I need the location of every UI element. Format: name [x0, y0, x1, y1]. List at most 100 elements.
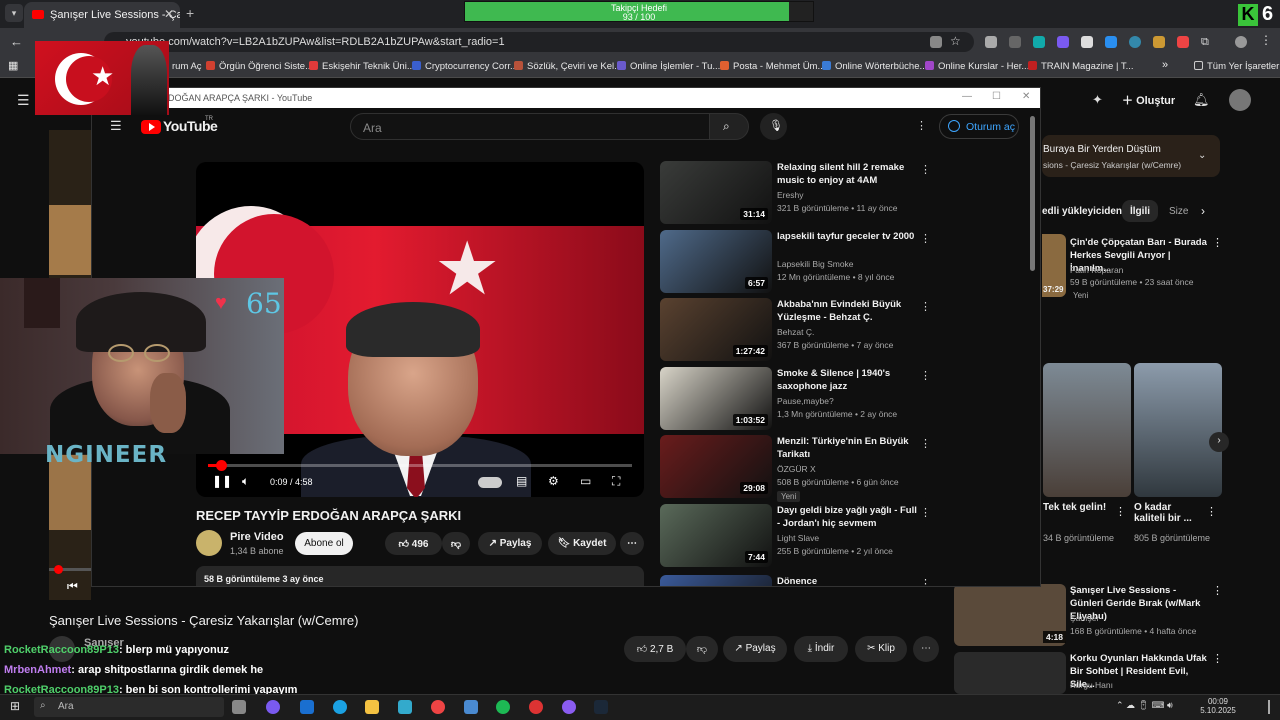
more-options-icon[interactable]: ⋮ [920, 577, 931, 586]
share-button[interactable]: ↗ Paylaş [723, 636, 787, 662]
more-options-icon[interactable]: ⋮ [920, 300, 931, 313]
spotify-icon[interactable] [496, 700, 510, 714]
short-thumbnail[interactable] [1134, 363, 1222, 497]
bookmark-item[interactable]: Online Kurslar - Her... [925, 61, 1029, 72]
chevron-down-icon[interactable]: ⌄ [1198, 150, 1206, 161]
search-button[interactable]: ⌕ [709, 113, 749, 140]
tab-search-button[interactable]: ▾ [5, 4, 23, 22]
cast-icon[interactable]: ✦ [1092, 92, 1103, 108]
recommendation-item[interactable]: Dönence ⋮ [660, 575, 940, 586]
mic-button[interactable]: 🎙︎ [760, 113, 787, 140]
edge-icon[interactable] [333, 700, 347, 714]
subscribe-button[interactable]: Abone ol [295, 532, 353, 555]
more-options-icon[interactable]: ⋮ [920, 232, 931, 245]
side-video-channel[interactable]: Kurgu Hanı [1070, 680, 1113, 690]
bookmark-item[interactable]: Posta - Mehmet Üm... [720, 61, 825, 72]
video-thumbnail[interactable]: 6:57 [660, 230, 772, 293]
save-button[interactable]: 🔖︎ Kaydet [548, 532, 616, 555]
extension-icon[interactable] [1153, 36, 1165, 48]
puzzle-icon[interactable]: ⧉ [1201, 36, 1213, 48]
file-explorer-icon[interactable] [365, 700, 379, 714]
extension-icon[interactable] [1081, 36, 1093, 48]
recommendation-item[interactable]: 7:44 Dayı geldi bize yağlı yağlı - Full -… [660, 504, 940, 568]
bookmark-item[interactable]: Sözlük, Çeviri ve Kel... [514, 61, 622, 72]
bookmark-item[interactable]: Online Wörterbüche... [822, 61, 927, 72]
maximize-button[interactable]: ☐ [992, 91, 1001, 102]
steam-icon[interactable] [594, 700, 608, 714]
recommendation-title[interactable]: Dönence [777, 575, 917, 586]
volume-icon[interactable]: 🔈︎ [242, 474, 249, 489]
more-options-icon[interactable]: ⋮ [920, 163, 931, 176]
recommendation-channel[interactable]: Pause,maybe? [777, 396, 834, 406]
channel-avatar[interactable] [196, 530, 222, 556]
taskbar-search[interactable]: ⌕ Ara [34, 697, 224, 717]
app-icon[interactable] [398, 700, 412, 714]
bookmark-item[interactable]: TRAIN Magazine | T... [1028, 61, 1134, 72]
recommendation-item[interactable]: 29:08 Menzil: Türkiye'nin En Büyük Tarika… [660, 435, 940, 502]
minimize-button[interactable]: — [962, 91, 972, 102]
recommendation-channel[interactable]: Behzat Ç. [777, 327, 814, 337]
recommendation-channel[interactable]: ÖZGÜR X [777, 464, 816, 474]
chevron-right-icon[interactable]: › [1209, 432, 1229, 452]
description-box[interactable]: 58 B görüntüleme 3 ay önce [196, 566, 644, 586]
subtitles-icon[interactable]: ▤ [516, 474, 527, 488]
browser-tab[interactable]: Şanışer Live Sessions - Çaresiz Y ✕ [24, 2, 180, 28]
more-options-icon[interactable]: ⋮ [1212, 652, 1223, 665]
all-bookmarks[interactable]: Tüm Yer İşaretleri [1194, 61, 1280, 72]
autoplay-toggle[interactable] [478, 477, 502, 488]
recommendation-channel[interactable]: Light Slave [777, 533, 819, 543]
bookmark-item[interactable]: Eskişehir Teknik Üni... [309, 61, 415, 72]
recommendation-title[interactable]: Akbaba'nın Evindeki Büyük Yüzleşme - Beh… [777, 298, 917, 324]
extension-icon[interactable] [1105, 36, 1117, 48]
theater-mode-icon[interactable]: ▭ [580, 474, 591, 488]
filter-chip[interactable]: İlgili [1130, 206, 1150, 217]
recommendation-title[interactable]: Dayı geldi bize yağlı yağlı - Full - Jor… [777, 504, 917, 530]
channel-name[interactable]: Pire Video [230, 531, 284, 543]
copilot-icon[interactable] [266, 700, 280, 714]
bookmark-star-icon[interactable]: ☆ [950, 34, 962, 48]
recommendation-title[interactable]: Relaxing silent hill 2 remake music to e… [777, 161, 917, 187]
recommendation-channel[interactable]: Ereshy [777, 190, 803, 200]
video-thumbnail[interactable]: 7:44 [660, 504, 772, 567]
progress-knob[interactable] [215, 460, 227, 471]
new-tab-button[interactable]: + [186, 5, 194, 21]
windows-start-icon[interactable]: ⊞ [10, 699, 20, 713]
recommendation-item[interactable]: 31:14 Relaxing silent hill 2 remake music… [660, 161, 940, 225]
back-button[interactable]: ← [10, 34, 23, 49]
recommendation-item[interactable]: 1:03:52 Smoke & Silence | 1940's saxophon… [660, 367, 940, 431]
app-icon[interactable] [464, 700, 478, 714]
like-button[interactable]: 👍︎ 2,7 B [624, 636, 686, 662]
progress-bar[interactable] [208, 460, 632, 471]
recommendation-item[interactable]: 1:27:42 Akbaba'nın Evindeki Büyük Yüzleşm… [660, 298, 940, 362]
video-thumbnail[interactable] [660, 575, 772, 586]
background-progress-knob[interactable] [54, 565, 63, 574]
close-tab-icon[interactable]: ✕ [164, 7, 174, 21]
clock[interactable]: 00:09 5.10.2025 [1200, 697, 1236, 715]
more-options-icon[interactable]: ⋮ [1212, 236, 1223, 249]
extension-icon[interactable] [1033, 36, 1045, 48]
dislike-button[interactable]: 👎︎ [686, 636, 718, 662]
hamburger-menu-icon[interactable]: ☰ [110, 118, 122, 134]
apps-icon[interactable]: ▦ [8, 59, 18, 72]
more-options-icon[interactable]: ⋮ [920, 369, 931, 382]
tray-icons[interactable]: ⌃ ☁ 🔋︎ ⌨ 🔊︎ [1116, 700, 1173, 711]
download-button[interactable]: ⤓ İndir [794, 636, 848, 662]
menu-icon[interactable]: ⋮ [1260, 33, 1272, 47]
pause-icon[interactable]: ❚❚ [212, 474, 232, 488]
more-options-icon[interactable]: ⋮ [1115, 505, 1126, 518]
more-options-icon[interactable]: ⋮ [920, 437, 931, 450]
install-icon[interactable] [930, 36, 942, 48]
search-input[interactable]: Ara [350, 113, 710, 140]
more-options-icon[interactable]: ⋮ [1212, 584, 1223, 597]
short-title[interactable]: Tek tek gelin! [1043, 502, 1113, 513]
extension-icon[interactable] [1129, 36, 1141, 48]
filter-chip[interactable]: Size [1169, 206, 1188, 217]
more-bookmarks-icon[interactable]: » [1162, 59, 1168, 71]
more-options-icon[interactable]: ⋮ [1206, 505, 1217, 518]
settings-gear-icon[interactable]: ⚙ [548, 474, 559, 488]
recommendation-channel[interactable]: Lapsekili Big Smoke [777, 259, 854, 269]
youtube-logo-icon[interactable] [141, 120, 161, 134]
playlist-panel[interactable] [1042, 135, 1220, 177]
side-video-channel[interactable]: Fatih Koparan [1070, 265, 1123, 275]
show-desktop-button[interactable] [1268, 700, 1270, 714]
